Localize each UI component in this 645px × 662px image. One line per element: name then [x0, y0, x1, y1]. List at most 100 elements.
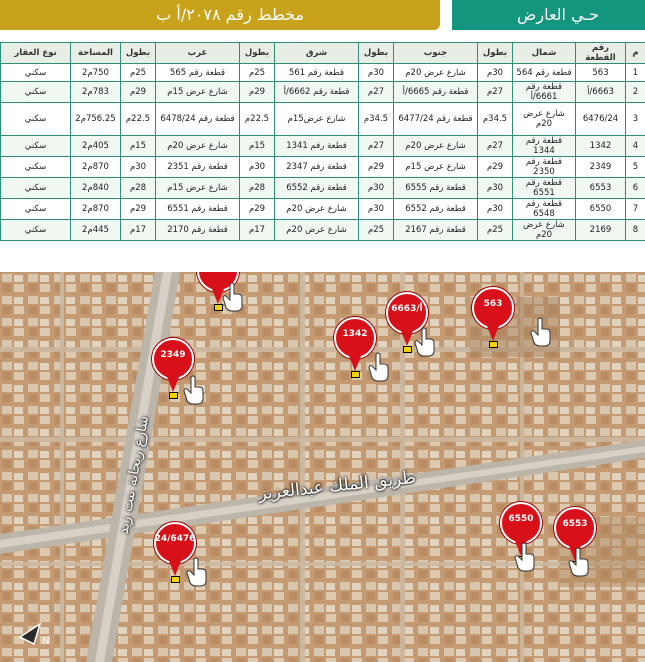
table-cell: 30م: [120, 156, 156, 178]
table-cell: قطعة رقم 6665/أ: [393, 81, 478, 103]
column-header: نوع العقار: [0, 42, 71, 64]
plots-table: م رقم القطعة شمال بطول جنوب بطول شرق بطول غرب بطو…: [0, 42, 645, 241]
table-cell: سكني: [0, 198, 71, 220]
table-cell: قطعة رقم 6477/24: [393, 102, 478, 136]
table-cell: 30م: [358, 177, 394, 199]
table-cell: 30م: [358, 63, 394, 82]
table-cell: 5: [625, 156, 645, 178]
column-header: جنوب: [393, 42, 478, 64]
pointer-hand-icon: [514, 542, 538, 572]
column-header: رقم القطعة: [575, 42, 626, 64]
table-cell: قطعة رقم 6552: [274, 177, 359, 199]
column-header: المساحة: [70, 42, 121, 64]
table-row: 1 563 قطعة رقم 564 30م شارع عرض 20م 30م قطعة ر…: [0, 63, 645, 82]
table-cell: 25م: [358, 219, 394, 241]
column-header: م: [625, 42, 645, 64]
table-cell: سكني: [0, 102, 71, 136]
table-cell: سكني: [0, 135, 71, 157]
table-cell: 1342: [575, 135, 626, 157]
table-cell: 2349: [575, 156, 626, 178]
district-title: حـي العارض: [517, 5, 599, 24]
table-cell: 15م: [120, 135, 156, 157]
table-cell: 34.5م: [477, 102, 513, 136]
table-row: 3 6476/24 شارع عرض 20م 34.5م قطعة رقم 6477/2…: [0, 102, 645, 136]
table-cell: شارع عرض 15م: [155, 177, 240, 199]
table-cell: 28م: [120, 177, 156, 199]
table-cell: 445م2: [70, 219, 121, 241]
table-cell: 29م: [358, 156, 394, 178]
table-cell: سكني: [0, 156, 71, 178]
table-cell: قطعة رقم 2170: [155, 219, 240, 241]
pointer-hand-icon: [414, 327, 438, 357]
table-cell: 27م: [477, 81, 513, 103]
column-header: غرب: [155, 42, 240, 64]
column-header: بطول: [358, 42, 394, 64]
table-cell: 29م: [239, 81, 275, 103]
table-cell: 1: [625, 63, 645, 82]
table-cell: قطعة رقم 565: [155, 63, 240, 82]
satellite-map[interactable]: N طريق الملك عبدالعزيز شارع ريحانة بنت ز…: [0, 272, 645, 662]
pointer-hand-icon: [183, 375, 207, 405]
column-header: بطول: [239, 42, 275, 64]
table-cell: 25م: [239, 63, 275, 82]
table-cell: قطعة رقم 2347: [274, 156, 359, 178]
table-cell: قطعة رقم 2351: [155, 156, 240, 178]
table-cell: 4: [625, 135, 645, 157]
pointer-hand-icon: [222, 282, 246, 312]
pointer-hand-icon: [368, 352, 392, 382]
table-cell: 30م: [358, 198, 394, 220]
table-cell: شارع عرض 20م: [393, 63, 478, 82]
table-cell: 25م: [120, 63, 156, 82]
table-cell: 30م: [477, 63, 513, 82]
table-cell: شارع عرض 20م: [274, 198, 359, 220]
table-cell: قطعة رقم 1344: [512, 135, 576, 157]
table-cell: 28م: [239, 177, 275, 199]
table-cell: قطعة رقم 564: [512, 63, 576, 82]
table-cell: قطعة رقم 2350: [512, 156, 576, 178]
table-cell: قطعة رقم 561: [274, 63, 359, 82]
table-row: 5 2349 قطعة رقم 2350 29م شارع عرض 15م 29م قطعة…: [0, 156, 645, 178]
table-cell: 783م2: [70, 81, 121, 103]
column-header: شرق: [274, 42, 359, 64]
table-cell: قطعة رقم 1341: [274, 135, 359, 157]
table-cell: سكني: [0, 63, 71, 82]
table-cell: 29م: [120, 198, 156, 220]
column-header: بطول: [120, 42, 156, 64]
table-cell: 7: [625, 198, 645, 220]
table-cell: قطعة رقم 6478/24: [155, 102, 240, 136]
plan-title-banner: مخطط رقم ٢٠٧٨/أ ب: [0, 0, 440, 30]
table-cell: سكني: [0, 81, 71, 103]
table-cell: 25م: [477, 219, 513, 241]
table-cell: قطعة رقم 2167: [393, 219, 478, 241]
table-cell: 6663/أ: [575, 81, 626, 103]
table-cell: 30م: [239, 156, 275, 178]
pointer-hand-icon: [530, 317, 554, 347]
table-cell: 870م2: [70, 198, 121, 220]
pointer-hand-icon: [186, 557, 210, 587]
table-cell: 3: [625, 102, 645, 136]
table-cell: شارع عرض 15م: [155, 81, 240, 103]
table-cell: قطعة رقم 6661/أ: [512, 81, 576, 103]
table-cell: قطعة رقم 6552: [393, 198, 478, 220]
column-header: بطول: [477, 42, 513, 64]
table-cell: 2169: [575, 219, 626, 241]
table-row: 7 6550 قطعة رقم 6548 30م قطعة رقم 6552 30م شار…: [0, 198, 645, 220]
map-pin-563[interactable]: 563: [472, 287, 514, 348]
table-cell: 29م: [239, 198, 275, 220]
plan-title: مخطط رقم ٢٠٧٨/أ ب: [156, 5, 304, 24]
table-cell: 6476/24: [575, 102, 626, 136]
table-cell: شارع عرض15م: [274, 102, 359, 136]
table-cell: سكني: [0, 177, 71, 199]
table-cell: 17م: [120, 219, 156, 241]
table-cell: 29م: [477, 156, 513, 178]
table-cell: 34.5م: [358, 102, 394, 136]
table-cell: 405م2: [70, 135, 121, 157]
table-cell: 756.25م2: [70, 102, 121, 136]
table-cell: 840م2: [70, 177, 121, 199]
pointer-hand-icon: [568, 547, 592, 577]
table-cell: 6550: [575, 198, 626, 220]
table-cell: 27م: [477, 135, 513, 157]
table-cell: شارع عرض 20م: [393, 135, 478, 157]
table-cell: 870م2: [70, 156, 121, 178]
table-cell: 22.5م: [120, 102, 156, 136]
